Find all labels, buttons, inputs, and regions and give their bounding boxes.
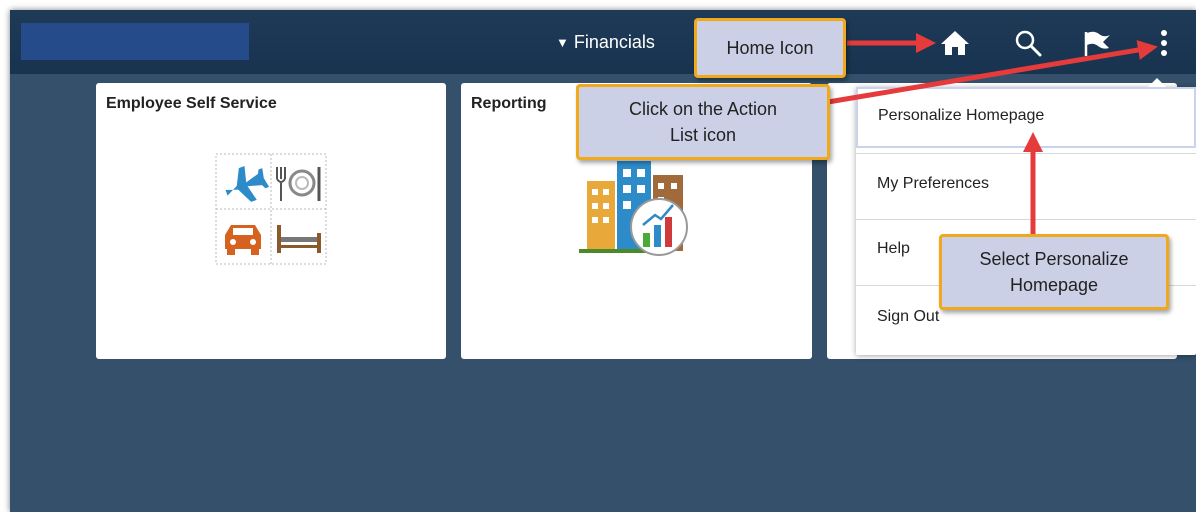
callout-text: Click on the Action [628, 99, 778, 119]
menu-item-label: Personalize Homepage [878, 107, 1045, 124]
callout-text: Select Personalize [979, 249, 1129, 269]
menu-item-label: My Preferences [877, 175, 990, 192]
callout-action-list: Click on the Action List icon [576, 84, 830, 160]
menu-item-label: Sign Out [877, 308, 940, 325]
search-icon[interactable] [1011, 26, 1045, 60]
flag-icon[interactable] [1080, 26, 1114, 60]
action-list-menu: Personalize Homepage My Preferences Help… [856, 78, 1196, 355]
menu-item-personalize-homepage[interactable]: Personalize Homepage [856, 87, 1196, 148]
top-banner: ▼ Financials [10, 10, 1196, 74]
homepage-selector[interactable]: ▼ Financials [556, 32, 655, 53]
callout-text: Home Icon [726, 38, 814, 58]
tile-employee-self-service[interactable]: Employee Self Service [96, 83, 446, 359]
callout-text: List icon [669, 125, 737, 145]
brand-logo [21, 23, 249, 60]
tile-title: Reporting [471, 95, 547, 112]
vertical-ellipsis-icon[interactable] [1147, 26, 1181, 60]
reporting-buildings-icon [579, 161, 688, 256]
travel-expense-icon [215, 153, 327, 265]
tile-title: Employee Self Service [106, 95, 277, 112]
callout-text: Homepage [1009, 275, 1099, 295]
callout-home-icon: Home Icon [694, 18, 846, 78]
callout-personalize-homepage: Select Personalize Homepage [939, 234, 1169, 310]
menu-item-label: Help [877, 240, 910, 257]
home-icon[interactable] [938, 26, 972, 60]
menu-item-my-preferences[interactable]: My Preferences [856, 154, 1196, 218]
homepage-title: Financials [573, 32, 655, 52]
caret-down-icon: ▼ [556, 35, 569, 50]
